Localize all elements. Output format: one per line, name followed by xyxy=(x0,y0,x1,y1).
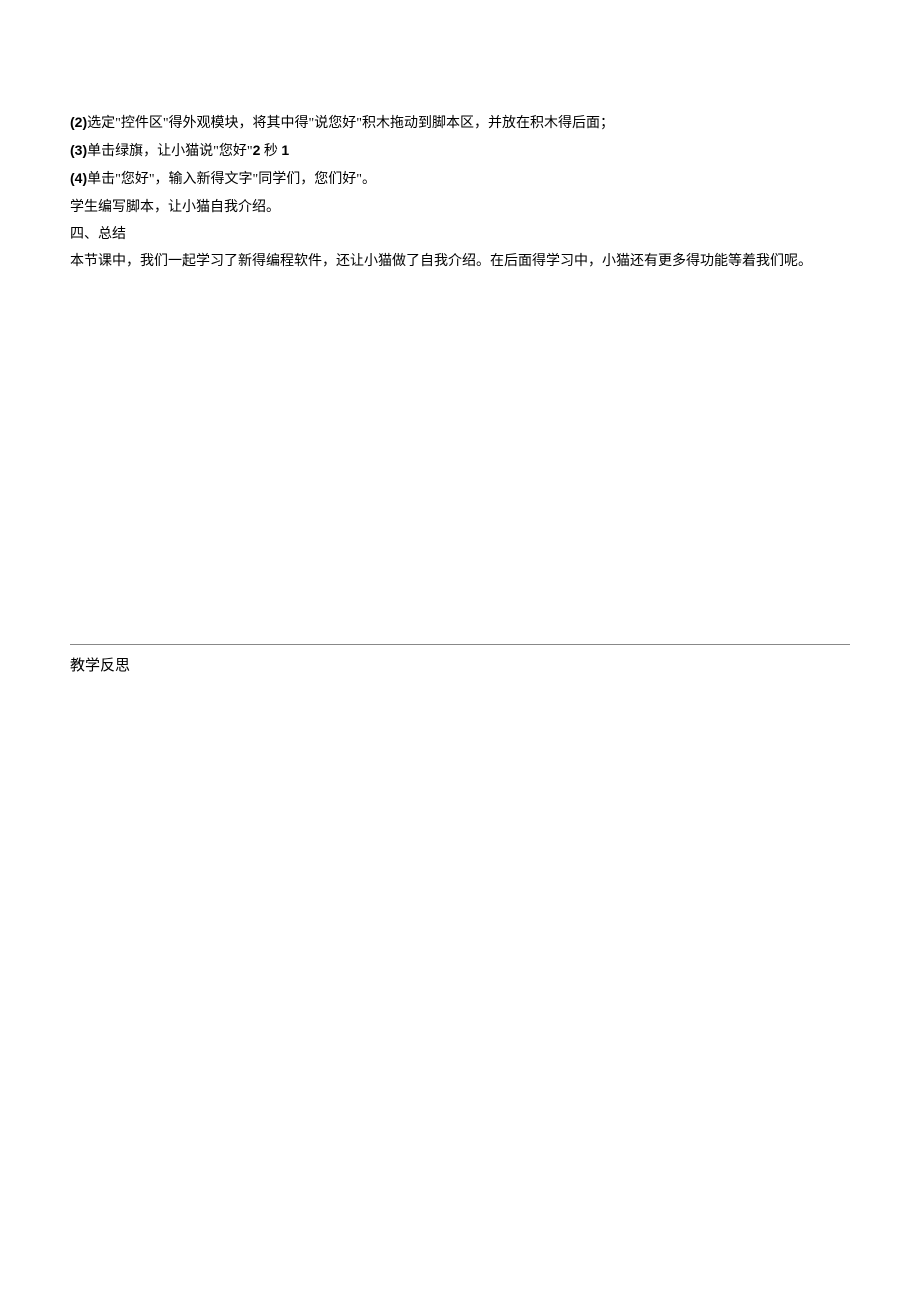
item-text: 选定"控件区"得外观模块，将其中得"说您好"积木拖动到脚本区，并放在积木得后面； xyxy=(87,116,614,131)
paragraph-line: (3)单击绿旗，让小猫说"您好"2 秒 1 xyxy=(70,138,850,164)
document-content: (2)选定"控件区"得外观模块，将其中得"说您好"积木拖动到脚本区，并放在积木得… xyxy=(70,110,850,274)
item-text: 秒 xyxy=(260,144,281,159)
reflection-section-title: 教学反思 xyxy=(70,653,850,680)
section-divider xyxy=(70,644,850,645)
item-number-inline: 1 xyxy=(281,142,289,158)
paragraph-line: (4)单击"您好"，输入新得文字"同学们，您们好"。 xyxy=(70,166,850,192)
paragraph-line: (2)选定"控件区"得外观模块，将其中得"说您好"积木拖动到脚本区，并放在积木得… xyxy=(70,110,850,136)
item-number: (3) xyxy=(70,142,87,158)
item-text: 单击"您好"，输入新得文字"同学们，您们好"。 xyxy=(87,172,376,187)
item-text: 单击绿旗，让小猫说"您好" xyxy=(87,144,252,159)
item-number: (2) xyxy=(70,114,87,130)
item-text: 学生编写脚本，让小猫自我介绍。 xyxy=(70,200,280,215)
heading-text: 四、总结 xyxy=(70,227,126,242)
paragraph-line: 学生编写脚本，让小猫自我介绍。 xyxy=(70,195,850,220)
reflection-label: 教学反思 xyxy=(70,658,130,674)
item-number: (4) xyxy=(70,170,87,186)
section-heading: 四、总结 xyxy=(70,222,850,247)
item-text: 本节课中，我们一起学习了新得编程软件，还让小猫做了自我介绍。在后面得学习中，小猫… xyxy=(70,254,812,269)
paragraph-line: 本节课中，我们一起学习了新得编程软件，还让小猫做了自我介绍。在后面得学习中，小猫… xyxy=(70,249,850,274)
